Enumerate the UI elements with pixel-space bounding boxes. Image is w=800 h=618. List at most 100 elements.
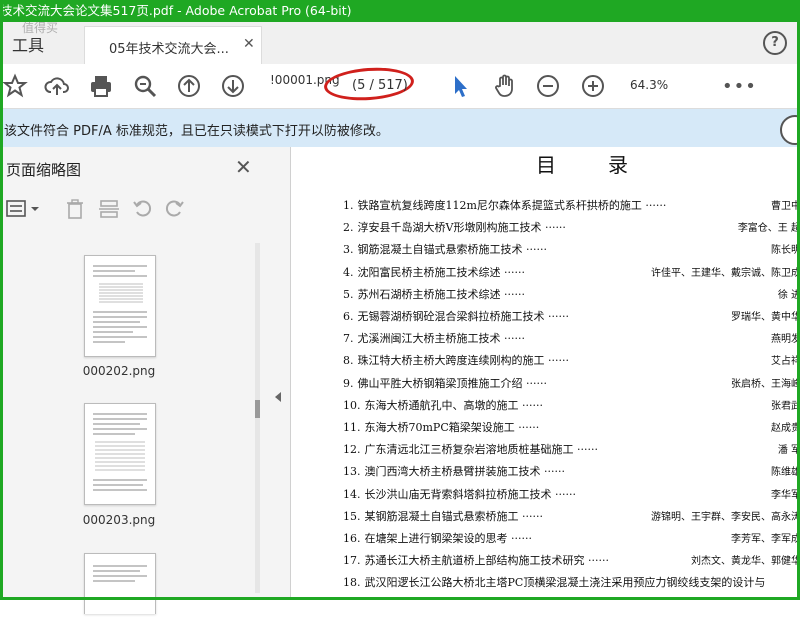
thumbnail-panel: 页面缩略图 ✕ 000202.png 000203.png — [0, 147, 269, 614]
toc-entry-number: 17. — [343, 554, 361, 568]
toc-leader-dots: ······ — [551, 487, 576, 501]
close-panel-icon[interactable]: ✕ — [235, 155, 252, 179]
page-thumbnail[interactable] — [84, 255, 156, 357]
toc-entry-number: 6. — [343, 310, 354, 323]
rotate-right-icon[interactable] — [164, 198, 186, 220]
toc-entry: 6. 无锡蓉湖桥钢砼混合梁斜拉桥施工技术 ······ 罗瑞华、黄中华 — [343, 308, 800, 328]
thumbnail-scrollbar[interactable] — [255, 243, 260, 593]
toc-leader-dots: ······ — [500, 287, 525, 301]
toc-entry-number: 16. — [343, 532, 361, 545]
zoom-search-icon[interactable] — [132, 73, 158, 99]
tab-document[interactable]: 05年技术交流大会... ✕ — [84, 26, 262, 64]
toc-leader-dots: ······ — [544, 310, 569, 323]
toc-entry: 2. 淳安县千岛湖大桥V形墩刚构施工技术 ······ 李富仓、王 超 — [343, 219, 800, 239]
toc-entry-title: 15. 某钢筋混凝土自锚式悬索桥施工 ······ — [343, 508, 543, 524]
toc-entry-authors: 艾占祥 — [771, 356, 800, 368]
toc-entry-authors: 罗瑞华、黄中华 — [731, 312, 800, 323]
star-icon[interactable] — [2, 73, 28, 99]
toc-entry: 11. 东海大桥70mPC箱梁架设施工 ······ 赵成贵 — [343, 419, 800, 439]
toc-entry-title: 17. 苏通长江大桥主航道桥上部结构施工技术研究 ······ — [343, 552, 609, 568]
toc-heading: 目录 — [536, 153, 680, 177]
delete-page-icon[interactable] — [64, 198, 86, 220]
toc-leader-dots: ······ — [573, 443, 598, 457]
toc-entry: 5. 苏州石湖桥主桥施工技术综述 ······ 徐 进 — [343, 286, 800, 306]
toc-entry-number: 8. — [343, 354, 354, 368]
document-view[interactable]: 目录 1. 铁路宣杭复线跨度112m尼尔森体系提篮式系杆拱桥的施工 ······ 曹… — [291, 147, 800, 600]
toc-entry: 7. 尤溪洲闽江大桥主桥施工技术 ······ 燕明发 — [343, 330, 800, 350]
thumbnail-scrollbar-thumb[interactable] — [255, 400, 260, 418]
toc-leader-dots: ······ — [544, 354, 569, 368]
toc-entry-title: 6. 无锡蓉湖桥钢砼混合梁斜拉桥施工技术 ······ — [343, 308, 569, 324]
options-menu-icon[interactable] — [6, 199, 42, 219]
previous-page-icon[interactable] — [176, 73, 202, 99]
toc-entry-authors: 曹卫中 — [771, 201, 800, 212]
toc-entry-number: 4. — [343, 265, 354, 279]
toc-entry-title: 4. 沈阳富民桥主桥施工技术综述 ······ — [343, 264, 525, 280]
toc-entry-title: 9. 佛山平胜大桥钢箱梁顶推施工介绍 ······ — [343, 375, 547, 391]
toc-entry-authors: 刘杰文、黄龙华、郭健华 — [691, 556, 800, 568]
toc-entry: 15. 某钢筋混凝土自锚式悬索桥施工 ······ 游锦明、王宇群、李安民、高永涛 — [343, 508, 800, 528]
print-icon[interactable] — [88, 73, 114, 99]
toc-entry-title: 2. 淳安县千岛湖大桥V形墩刚构施工技术 ······ — [343, 219, 566, 235]
info-icon[interactable] — [780, 115, 800, 145]
toc-entry: 9. 佛山平胜大桥钢箱梁顶推施工介绍 ······ 张启桥、王海峰 — [343, 375, 800, 395]
page-count: (5 / 517) — [352, 78, 408, 93]
notice-text: 该文件符合 PDF/A 标准规范，且已在只读模式下打开以防被修改。 — [4, 124, 389, 139]
toc-entry-text: 佛山平胜大桥钢箱梁顶推施工介绍 — [357, 376, 523, 390]
zoom-in-icon[interactable] — [580, 73, 606, 99]
toc-entry: 10. 东海大桥通航孔中、高墩的施工 ······ 张君武 — [343, 397, 800, 417]
panel-collapse-bar[interactable] — [268, 147, 291, 600]
toc-entry-authors: 李芳军、李军成 — [731, 534, 800, 545]
hand-tool-icon[interactable] — [492, 73, 518, 99]
toc-entry-text: 东海大桥通航孔中、高墩的施工 — [364, 398, 519, 412]
toc-entry-number: 15. — [343, 509, 361, 523]
pdfa-notice-bar: 该文件符合 PDF/A 标准规范，且已在只读模式下打开以防被修改。 — [0, 109, 800, 148]
toc-entry-title: 18. 武汉阳逻长江公路大桥北主塔PC顶横梁混凝土浇注采用预应力钢绞线支架的设计与 — [343, 574, 765, 590]
toc-entry-text: 苏州石湖桥主桥施工技术综述 — [357, 287, 501, 301]
thumbnail-label: 000202.png — [82, 364, 156, 378]
next-page-icon[interactable] — [220, 73, 246, 99]
page-thumbnail[interactable] — [84, 403, 156, 505]
extract-page-icon[interactable] — [98, 198, 120, 220]
rotate-left-icon[interactable] — [131, 198, 153, 220]
help-icon[interactable]: ? — [763, 31, 787, 55]
toc-entry-authors: 徐 进 — [777, 289, 800, 301]
toc-entry: 1. 铁路宣杭复线跨度112m尼尔森体系提篮式系杆拱桥的施工 ······ 曹卫中 — [343, 197, 800, 217]
toc-leader-dots: ······ — [514, 421, 540, 434]
toc-entry-number: 7. — [343, 332, 354, 346]
toc-entry-text: 沈阳富民桥主桥施工技术综述 — [357, 265, 501, 279]
toc-entry-text: 广东清远北江三桥复杂岩溶地质桩基础施工 — [364, 443, 574, 457]
toc-entry-authors: 李华军 — [771, 489, 800, 501]
toc-entry-number: 2. — [343, 221, 354, 235]
window-title: 技术交流大会论文集517页.pdf - Adobe Acrobat Pro (6… — [0, 3, 352, 18]
toc-entry-number: 13. — [343, 465, 361, 479]
toc-entry-title: 12. 广东清远北江三桥复杂岩溶地质桩基础施工 ······ — [343, 441, 598, 457]
toc-entry: 16. 在塘架上进行钢梁架设的思考 ······ 李芳军、李军成 — [343, 530, 800, 550]
toc-leader-dots: ······ — [500, 265, 525, 279]
toc-leader-dots: ······ — [500, 332, 525, 346]
zoom-out-icon[interactable] — [535, 73, 561, 99]
collapse-left-icon[interactable] — [275, 392, 281, 402]
thumbnail-content — [93, 413, 147, 491]
toc-entry-authors: 陈维雄 — [771, 467, 800, 479]
cloud-upload-icon[interactable] — [44, 73, 70, 99]
panel-title: 页面缩略图 — [6, 161, 82, 179]
toc-entry-number: 12. — [343, 443, 361, 457]
thumbnail-label: 000203.png — [82, 513, 156, 527]
toc-entry-text: 铁路宣杭复线跨度112m尼尔森体系提篮式系杆拱桥的施工 — [357, 199, 642, 212]
close-tab-icon[interactable]: ✕ — [243, 36, 255, 52]
zoom-level-field[interactable]: 64.3% — [630, 78, 668, 92]
toc-leader-dots: ······ — [540, 465, 565, 479]
toc-entry: 4. 沈阳富民桥主桥施工技术综述 ······ 许佳平、王建华、戴宗诚、陈卫成 — [343, 264, 800, 284]
toc-entry-text: 钢筋混凝土自锚式悬索桥施工技术 — [357, 243, 523, 257]
toc-leader-dots: ······ — [522, 243, 547, 257]
more-options-icon[interactable]: ••• — [722, 76, 757, 97]
toc-entry-title: 7. 尤溪洲闽江大桥主桥施工技术 ······ — [343, 330, 525, 346]
toc-entry: 18. 武汉阳逻长江公路大桥北主塔PC顶横梁混凝土浇注采用预应力钢绞线支架的设计与 — [343, 574, 800, 594]
toc-entry-text: 淳安县千岛湖大桥V形墩刚构施工技术 — [357, 221, 542, 235]
toc-leader-dots: ······ — [541, 221, 566, 235]
toc-leader-dots: ······ — [518, 398, 543, 412]
tab-tools[interactable]: 工具 — [12, 32, 44, 56]
page-thumbnail[interactable] — [84, 553, 156, 614]
select-cursor-icon[interactable] — [447, 73, 473, 99]
